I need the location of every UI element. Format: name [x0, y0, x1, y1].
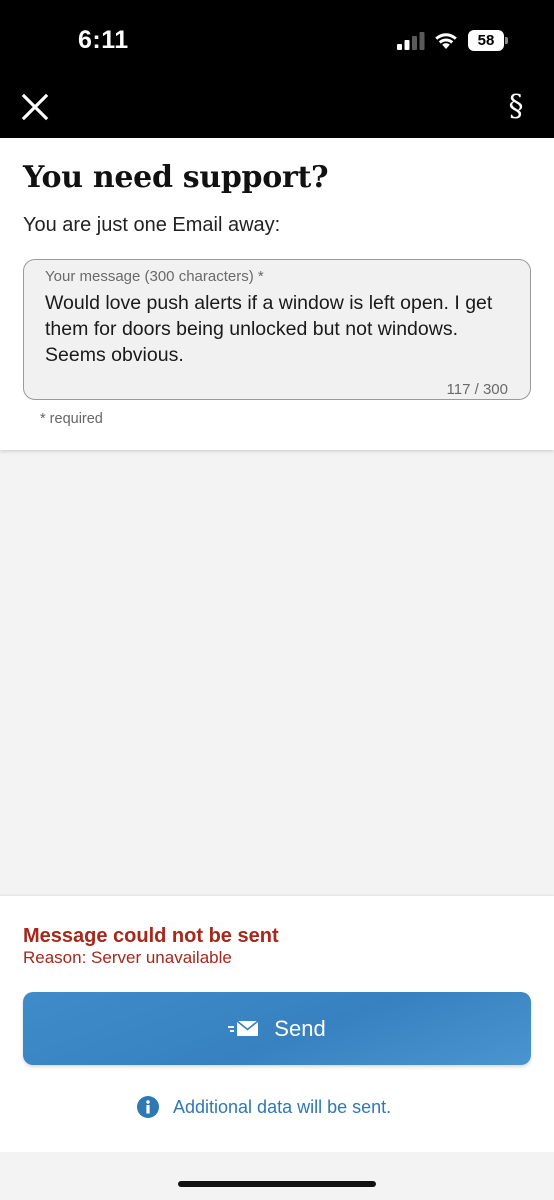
- page-subtitle: You are just one Email away:: [23, 214, 281, 236]
- message-textarea[interactable]: Your message (300 characters) * Would lo…: [23, 259, 531, 400]
- send-mail-icon: [228, 1019, 259, 1036]
- close-icon[interactable]: [18, 90, 52, 124]
- send-button-label: Send: [274, 1015, 326, 1041]
- legal-section-button[interactable]: §: [500, 86, 532, 128]
- error-message-title: Message could not be sent: [23, 925, 279, 947]
- message-field-value[interactable]: Would love push alerts if a window is le…: [45, 290, 515, 368]
- battery-icon: 58: [468, 30, 508, 51]
- wifi-icon: [435, 33, 457, 49]
- additional-data-info[interactable]: Additional data will be sent.: [137, 1095, 391, 1119]
- status-bar: 6:11 58: [0, 0, 554, 80]
- required-note: * required: [40, 411, 103, 427]
- battery-level: 58: [468, 30, 504, 51]
- character-counter: 117 / 300: [446, 381, 508, 398]
- status-time: 6:11: [78, 26, 129, 54]
- additional-data-text: Additional data will be sent.: [173, 1096, 392, 1117]
- signal-icon: [397, 32, 425, 50]
- page-title: You need support?: [23, 160, 329, 195]
- info-icon: [137, 1096, 159, 1118]
- send-button[interactable]: Send: [23, 992, 531, 1065]
- message-field-label: Your message (300 characters) *: [45, 268, 264, 285]
- error-reason: Reason: Server unavailable: [23, 948, 232, 967]
- bottom-action-panel: Message could not be sent Reason: Server…: [0, 896, 554, 1152]
- battery-tip: [505, 37, 508, 44]
- nav-bar: §: [0, 80, 554, 138]
- send-button-content: Send: [23, 992, 531, 1065]
- home-indicator: [178, 1181, 376, 1187]
- support-form: You need support? You are just one Email…: [0, 138, 554, 450]
